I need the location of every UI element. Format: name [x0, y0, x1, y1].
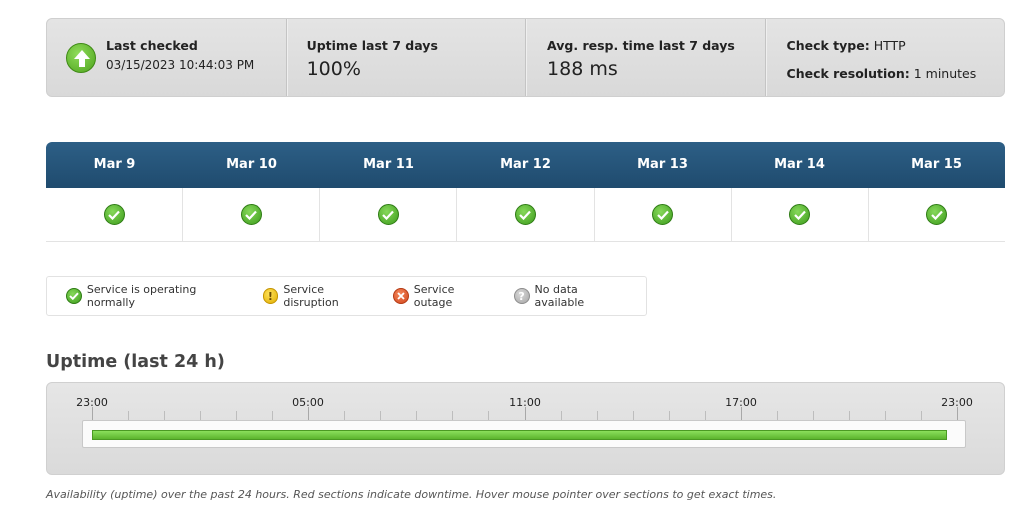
check-type-label: Check type:	[786, 38, 870, 53]
check-circle-icon	[240, 204, 262, 225]
check-circle-icon	[66, 288, 82, 304]
day-status-cell[interactable]	[46, 188, 182, 241]
timeline-tick	[848, 411, 850, 420]
timeline-tick	[272, 411, 274, 420]
day-status-cell[interactable]	[319, 188, 456, 241]
uptime-label: Uptime last 7 days	[306, 38, 438, 53]
timeline-tick	[524, 407, 526, 420]
avg-response-cell: Avg. resp. time last 7 days 188 ms	[525, 19, 764, 96]
check-circle-icon	[789, 204, 811, 225]
uptime-24h-panel: 23:00 05:00 11:00 17:00 23:00	[46, 382, 1005, 475]
last-checked-cell: Last checked 03/15/2023 10:44:03 PM	[47, 19, 286, 96]
calendar-header: Mar 9 Mar 10 Mar 11 Mar 12 Mar 13 Mar 14…	[46, 142, 1005, 188]
legend-outage-label: Service outage	[413, 283, 455, 309]
x-circle-icon	[392, 288, 409, 304]
check-info-cell: Check type: HTTP Check resolution: 1 min…	[764, 19, 1004, 96]
timeline-tick	[740, 407, 742, 420]
arrow-up-icon	[66, 43, 96, 73]
day-status-cell[interactable]	[593, 188, 731, 241]
daily-status-calendar: Mar 9 Mar 10 Mar 11 Mar 12 Mar 13 Mar 14…	[46, 142, 1005, 242]
timeline-tick	[812, 411, 814, 420]
timeline-tick	[668, 411, 670, 420]
summary-bar: Last checked 03/15/2023 10:44:03 PM Upti…	[46, 18, 1005, 97]
check-resolution-value: 1 minutes	[913, 66, 977, 81]
timeline-tick	[957, 407, 958, 420]
timeline-tick	[236, 411, 238, 420]
timeline-tick	[776, 411, 778, 420]
check-resolution: Check resolution: 1 minutes	[787, 66, 1004, 81]
day-status-cell[interactable]	[182, 188, 319, 241]
uptime-value: 100%	[306, 58, 361, 80]
day-header: Mar 15	[911, 157, 962, 172]
timeline-tick	[560, 411, 562, 420]
avg-response-value: 188 ms	[547, 58, 618, 80]
day-header: Mar 14	[774, 157, 825, 172]
question-circle-icon: ?	[513, 288, 530, 304]
uptime-timeline[interactable]	[82, 420, 966, 448]
uptime-cell: Uptime last 7 days 100%	[285, 19, 525, 96]
status-legend: Service is operating normally ! Service …	[46, 276, 647, 316]
timeline-tick	[632, 411, 634, 420]
timeline-tick	[920, 411, 922, 420]
legend-normal-label: Service is operating normally	[86, 283, 197, 309]
warning-icon: !	[262, 288, 279, 304]
timeline-tick	[596, 411, 598, 420]
timeline-tick	[128, 411, 130, 420]
check-circle-icon	[514, 204, 536, 225]
uptime-bar[interactable]	[92, 430, 947, 440]
timeline-tick	[704, 411, 706, 420]
timeline-tick	[308, 407, 310, 420]
check-circle-icon	[652, 204, 674, 225]
legend-normal: Service is operating normally	[66, 283, 247, 309]
timeline-tick	[380, 411, 382, 420]
day-status-cell[interactable]	[730, 188, 868, 241]
check-circle-icon	[377, 204, 399, 225]
check-circle-icon	[926, 204, 948, 225]
check-resolution-label: Check resolution:	[786, 66, 910, 81]
timeline-tick	[344, 411, 346, 420]
day-status-cell[interactable]	[867, 188, 1005, 241]
uptime-24h-title: Uptime (last 24 h)	[46, 352, 225, 372]
calendar-status-row	[46, 188, 1005, 242]
day-status-cell[interactable]	[456, 188, 593, 241]
timeline-tick	[200, 411, 202, 420]
timeline-tick	[416, 411, 418, 420]
timeline-tick	[92, 407, 93, 420]
day-header: Mar 13	[637, 157, 688, 172]
day-header: Mar 9	[93, 157, 136, 172]
legend-no-data: ? No data available	[513, 283, 630, 309]
uptime-caption: Availability (uptime) over the past 24 h…	[46, 488, 777, 501]
legend-disruption: ! Service disruption	[262, 283, 382, 309]
timeline-tick	[452, 411, 454, 420]
day-header: Mar 11	[363, 157, 414, 172]
check-type: Check type: HTTP	[787, 38, 1004, 53]
check-type-value: HTTP	[873, 38, 906, 53]
timeline-tick	[884, 411, 886, 420]
legend-outage: Service outage	[392, 283, 496, 309]
day-header: Mar 10	[226, 157, 277, 172]
day-header: Mar 12	[500, 157, 551, 172]
last-checked-value: 03/15/2023 10:44:03 PM	[106, 58, 255, 72]
timeline-tick	[488, 411, 490, 420]
timeline-tick	[164, 411, 166, 420]
legend-no-data-label: No data available	[534, 283, 585, 309]
last-checked-label: Last checked	[106, 38, 198, 53]
check-circle-icon	[103, 204, 125, 225]
avg-response-label: Avg. resp. time last 7 days	[547, 38, 735, 53]
legend-disruption-label: Service disruption	[283, 283, 339, 309]
